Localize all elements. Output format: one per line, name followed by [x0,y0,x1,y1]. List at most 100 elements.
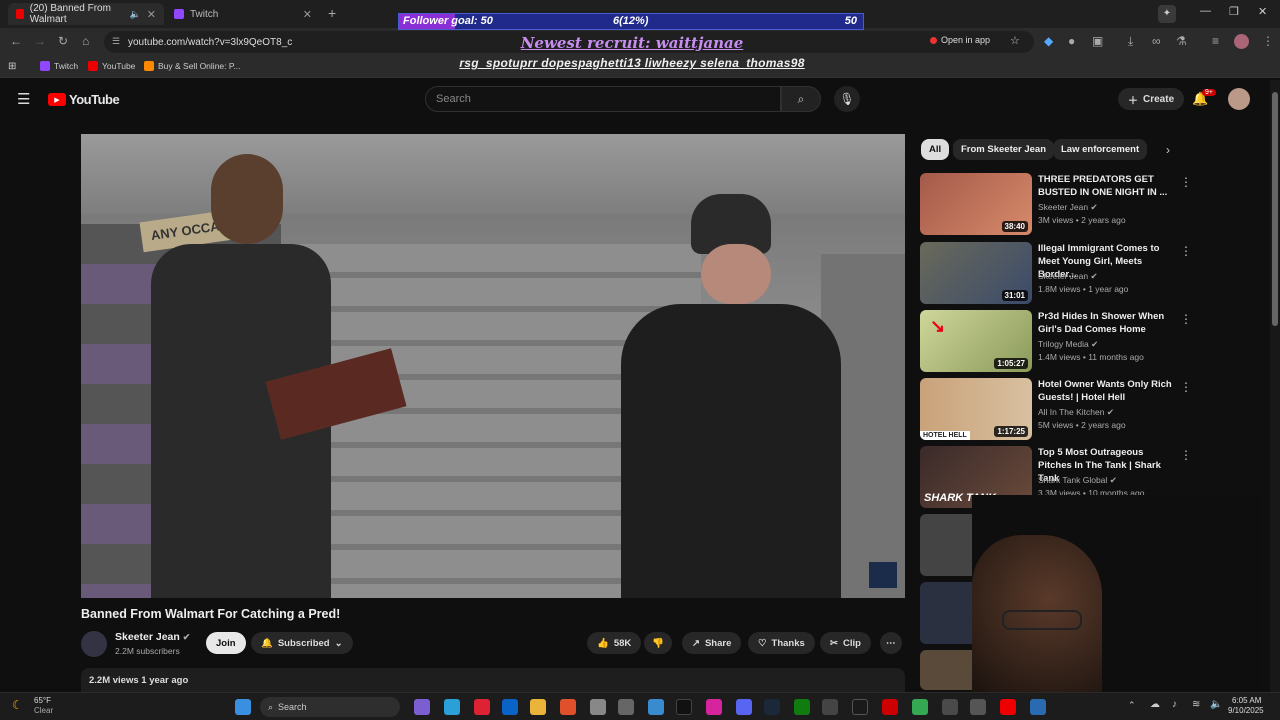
weather-icon[interactable]: ☾ [12,698,23,712]
more-vertical-icon[interactable]: ⋮ [1180,448,1192,462]
more-actions-button[interactable]: ⋯ [880,632,902,654]
back-icon[interactable]: ← [10,34,22,48]
speaker-icon[interactable]: 🔈 [130,9,141,20]
recommendation-channel[interactable]: Skeeter Jean ✔ [1038,271,1098,282]
description-box[interactable]: 2.2M views 1 year ago [81,668,905,692]
app-icon[interactable] [822,699,838,715]
recommendation-title[interactable]: Pr3d Hides In Shower When Girl's Dad Com… [1038,310,1176,336]
search-button[interactable]: ⌕ [781,86,821,112]
recommendation-channel[interactable]: Trilogy Media ✔ [1038,339,1098,350]
hamburger-menu-icon[interactable]: ☰ [17,90,30,108]
weather-desc[interactable]: Clear [34,706,53,715]
youtube-app-icon[interactable] [1000,699,1016,715]
chip-from-skeeter-jean[interactable]: From Skeeter Jean [953,139,1055,160]
bookmark-twitch[interactable]: Twitch [40,61,78,71]
subscribed-button[interactable]: 🔔 Subscribed ⌄ [251,632,353,654]
chevron-right-icon[interactable]: › [1166,143,1170,157]
chip-all[interactable]: All [921,139,950,160]
instagram-icon[interactable] [706,699,722,715]
tab-youtube[interactable]: (20) Banned From Walmart 🔈 ✕ [8,3,164,25]
chevron-up-icon[interactable]: ⌃ [1128,700,1136,711]
channel-name[interactable]: Skeeter Jean ✔ [115,631,190,643]
app-icon[interactable] [970,699,986,715]
kebab-menu-icon[interactable]: ⋮ [1262,34,1274,48]
reload-icon[interactable]: ↻ [58,34,68,48]
account-avatar[interactable] [1228,88,1250,110]
extension-icon[interactable]: ◆ [1044,34,1053,48]
video-player[interactable]: ANY OCCASION [81,134,905,598]
lab-icon[interactable]: ⚗ [1176,34,1187,48]
windows-start-icon[interactable] [235,699,251,715]
video-thumbnail[interactable]: ↘ 1:05:27 [920,310,1032,372]
app-icon[interactable] [1030,699,1046,715]
video-thumbnail[interactable] [920,650,972,690]
scrollbar-thumb[interactable] [1272,92,1278,326]
copilot-icon[interactable] [414,699,430,715]
hulu-icon[interactable] [852,699,868,715]
extension-icon[interactable]: ● [1068,34,1075,48]
recommendation-channel[interactable]: All In The Kitchen ✔ [1038,407,1114,418]
recommendation-item[interactable]: HOTEL HELL 1:17:25 Hotel Owner Wants Only… [920,378,1192,442]
channel-watermark[interactable] [869,562,897,588]
more-vertical-icon[interactable]: ⋮ [1180,244,1192,258]
new-tab-icon[interactable]: + [328,5,336,21]
channel-avatar[interactable] [81,631,107,657]
thanks-button[interactable]: ♡ Thanks [748,632,815,654]
bookmark-buy-sell[interactable]: Buy & Sell Online: P... [144,61,241,71]
xbox-icon[interactable] [794,699,810,715]
restore-icon[interactable]: ❐ [1229,5,1239,18]
app-icon[interactable] [942,699,958,715]
tab-twitch[interactable]: Twitch ✕ [166,3,320,25]
outlook-icon[interactable] [502,699,518,715]
scrollbar-track[interactable] [1270,80,1280,692]
chrome-icon[interactable] [912,699,928,715]
video-thumbnail[interactable]: HOTEL HELL 1:17:25 [920,378,1032,440]
video-thumbnail[interactable] [920,582,972,644]
recommendation-channel[interactable]: Shark Tank Global ✔ [1038,475,1117,486]
discord-icon[interactable] [736,699,752,715]
join-button[interactable]: Join [206,632,246,654]
recommendation-item[interactable]: 31:01 Illegal Immigrant Comes to Meet Yo… [920,242,1192,306]
site-info-icon[interactable]: ☰ [112,36,120,47]
open-in-app-button[interactable]: Open in app [930,35,990,45]
video-thumbnail[interactable]: 38:40 [920,173,1032,235]
recommendation-item[interactable]: ↘ 1:05:27 Pr3d Hides In Shower When Girl'… [920,310,1192,374]
puzzle-icon[interactable]: ▣ [1092,34,1103,48]
dislike-button[interactable]: 👎 [644,632,672,654]
opera-icon[interactable] [882,699,898,715]
edge-icon[interactable] [444,699,460,715]
recommendation-channel[interactable]: Skeeter Jean ✔ [1038,202,1098,213]
search-input[interactable]: Search [425,86,781,112]
close-icon[interactable]: ✕ [147,8,156,21]
taskbar-search[interactable]: ⌕ Search [260,697,400,717]
settings-icon[interactable] [618,699,634,715]
recommendation-item[interactable]: 38:40 THREE PREDATORS GET BUSTED IN ONE … [920,173,1192,237]
home-icon[interactable]: ⌂ [82,34,89,48]
star-icon[interactable]: ☆ [1010,34,1020,47]
minimize-icon[interactable]: — [1200,5,1211,17]
video-thumbnail[interactable] [920,514,972,576]
more-vertical-icon[interactable]: ⋮ [1180,312,1192,326]
app-icon[interactable] [560,699,576,715]
steam-icon[interactable] [764,699,780,715]
create-button[interactable]: ＋ Create [1118,88,1185,110]
youtube-logo[interactable]: ▶ YouTube [48,92,120,107]
weather-temp[interactable]: 65°F [34,696,51,705]
more-vertical-icon[interactable]: ⋮ [1180,380,1192,394]
video-thumbnail[interactable]: 31:01 [920,242,1032,304]
link-icon[interactable]: ∞ [1152,34,1161,48]
share-button[interactable]: ↗ Share [682,632,742,654]
menu-list-icon[interactable]: ≡ [1212,34,1219,48]
clip-button[interactable]: ✂ Clip [820,632,871,654]
store-icon[interactable] [590,699,606,715]
sparkle-icon[interactable]: ✦ [1158,5,1176,23]
clock-date[interactable]: 9/10/2025 [1228,706,1264,715]
profile-avatar[interactable] [1234,34,1249,49]
app-icon[interactable] [648,699,664,715]
tiktok-icon[interactable] [676,699,692,715]
microphone-icon[interactable]: ♪ [1172,699,1177,710]
close-icon[interactable]: ✕ [303,8,312,21]
download-icon[interactable]: ⤓ [1128,34,1133,49]
more-vertical-icon[interactable]: ⋮ [1180,175,1192,189]
close-window-icon[interactable]: ✕ [1258,5,1267,18]
